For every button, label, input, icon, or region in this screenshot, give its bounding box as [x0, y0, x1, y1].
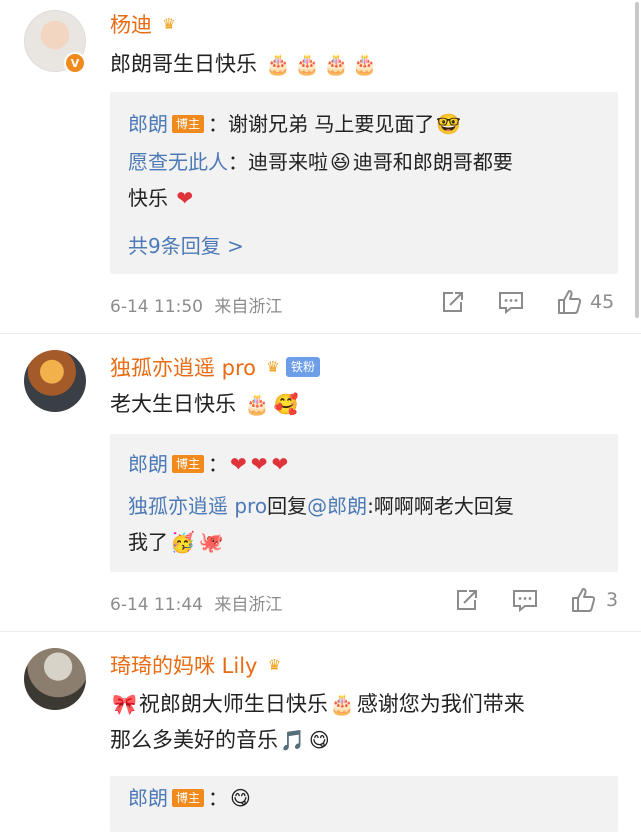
replies-box[interactable]: 郎朗 博主： ❤ ❤ ❤ 独孤亦逍遥 pro回复@郎朗:啊啊啊老大回复 我了 🥳 🐙 [110, 434, 618, 572]
share-button[interactable] [440, 290, 465, 315]
comment-meta: 6-14 11:44 来自浙江 [110, 590, 282, 615]
comment-item: 独孤亦逍遥 pro ♛ 铁粉 老大生日快乐 🎂 🥰 郎朗 博主： ❤ ❤ ❤ 独孤亦逍遥 … [0, 334, 641, 630]
username-link[interactable]: 琦琦的妈咪 Lily [110, 650, 257, 680]
replies-box[interactable]: 郎朗 博主： 😋 [110, 776, 618, 832]
share-icon [457, 590, 477, 610]
like-count: 3 [606, 589, 619, 611]
like-button[interactable]: 45 [556, 288, 614, 316]
reply-author[interactable]: 郎朗 [128, 786, 168, 810]
reply-author[interactable]: 独孤亦逍遥 pro [128, 494, 267, 518]
reply-text: 回复 [267, 494, 308, 518]
replies-box[interactable]: 郎朗 博主 ：谢谢兄弟 马上要见面了 🤓 愿查无此人：迪哥来啦 😆 迪哥和郎朗哥都要 快乐… [110, 92, 618, 274]
username[interactable]: 杨迪 ♛ [110, 9, 180, 39]
heart-icon: ❤ [230, 452, 247, 476]
comment-body: 感谢您为我们带来 [356, 692, 525, 716]
music-note-icon: 🎵 [280, 728, 305, 752]
host-badge: 博主 [172, 115, 205, 133]
comment-body: 老大生日快乐 [110, 392, 236, 416]
comment-meta: 6-14 11:50 来自浙江 [110, 292, 282, 317]
fan-badge: 铁粉 [286, 357, 321, 377]
share-button[interactable] [454, 588, 479, 613]
reply-item: 郎朗 博主： 😋 [128, 780, 608, 816]
tongue-face-icon: 😋 [230, 786, 251, 810]
reply-text: ： [208, 452, 229, 476]
tongue-face-icon: 😋 [308, 728, 330, 752]
octopus-icon: 🐙 [198, 530, 224, 554]
like-count: 45 [590, 291, 615, 313]
comment-button[interactable] [512, 588, 538, 613]
comment-body: 祝郎朗大师生日快乐 [138, 692, 328, 716]
verified-badge-icon: V [64, 52, 86, 74]
comment-body: 郎朗哥生日快乐 [110, 52, 257, 76]
username[interactable]: 独孤亦逍遥 pro ♛ 铁粉 [110, 352, 321, 382]
cake-icon: 🎂 [244, 392, 270, 416]
share-icon [443, 292, 463, 312]
reply-text: ：迪哥来啦 [228, 150, 328, 174]
reply-item: 郎朗 博主 ：谢谢兄弟 马上要见面了 🤓 [128, 106, 608, 142]
comment-text: 老大生日快乐 🎂 🥰 [110, 386, 610, 422]
bow-icon: 🎀 [112, 692, 137, 716]
reply-text: 快乐 [128, 186, 168, 210]
cake-icon: 🎂 [329, 692, 355, 716]
reply-author[interactable]: 郎朗 [128, 112, 168, 136]
reply-author[interactable]: 愿查无此人 [128, 150, 228, 174]
reply-item: 独孤亦逍遥 pro回复@郎朗:啊啊啊老大回复 我了 🥳 🐙 [128, 488, 608, 560]
comment-button[interactable] [498, 290, 524, 315]
comment-text: 郎朗哥生日快乐 🎂 🎂 🎂 🎂 [110, 46, 610, 82]
glasses-face-icon: 🤓 [436, 112, 462, 136]
crown-icon: ♛ [267, 656, 282, 674]
host-badge: 博主 [172, 455, 205, 473]
timestamp: 6-14 11:44 [110, 595, 203, 615]
mention-link[interactable]: @郎朗 [307, 494, 367, 518]
username-link[interactable]: 杨迪 [110, 9, 152, 39]
hearts-face-icon: 🥰 [273, 392, 299, 416]
reply-text: 迪哥和郎朗哥都要 [352, 150, 513, 174]
party-face-icon: 🥳 [170, 530, 195, 554]
crown-icon: ♛ [162, 15, 176, 33]
cake-icon: 🎂 [265, 52, 291, 76]
reply-text: :啊啊啊老大回复 [367, 494, 514, 518]
cake-icon: 🎂 [352, 52, 378, 76]
thumbs-up-icon [572, 588, 596, 612]
host-badge: 博主 [172, 789, 205, 807]
comment-text: 🎀祝郎朗大师生日快乐 🎂感谢您为我们带来 那么多美好的音乐 🎵 😋 [110, 686, 610, 758]
reply-item: 郎朗 博主： ❤ ❤ ❤ [128, 446, 608, 482]
heart-icon: ❤ [271, 452, 289, 476]
timestamp: 6-14 11:50 [110, 297, 203, 317]
comment-icon [513, 590, 537, 613]
location: 来自浙江 [214, 297, 283, 317]
comment-item: 琦琦的妈咪 Lily ♛ 🎀祝郎朗大师生日快乐 🎂感谢您为我们带来 那么多美好的音… [0, 632, 641, 832]
location: 来自浙江 [214, 595, 283, 615]
more-replies-link[interactable]: 共9条回复 > [128, 230, 244, 259]
comment-icon [499, 292, 523, 315]
username[interactable]: 琦琦的妈咪 Lily ♛ [110, 650, 285, 680]
reply-text: 我了 [128, 530, 168, 554]
username-link[interactable]: 独孤亦逍遥 pro [110, 352, 256, 382]
avatar[interactable] [24, 648, 86, 710]
comment-item: V 杨迪 ♛ 郎朗哥生日快乐 🎂 🎂 🎂 🎂 郎朗 博主 ：谢谢兄弟 马上要见面了 🤓 愿查… [0, 0, 641, 332]
party-face-icon: 😆 [330, 150, 351, 174]
avatar[interactable] [24, 350, 86, 412]
reply-author[interactable]: 郎朗 [128, 452, 168, 476]
reply-text: ：谢谢兄弟 马上要见面了 [208, 112, 435, 136]
reply-item: 愿查无此人：迪哥来啦 😆 迪哥和郎朗哥都要 快乐 ❤ [128, 144, 608, 216]
cake-icon: 🎂 [323, 52, 349, 76]
heart-icon: ❤ [176, 186, 194, 210]
comment-body: 那么多美好的音乐 [110, 728, 278, 752]
cake-icon: 🎂 [294, 52, 320, 76]
crown-icon: ♛ [266, 358, 280, 376]
scrollbar[interactable] [635, 2, 639, 318]
heart-icon: ❤ [250, 452, 268, 476]
like-button[interactable]: 3 [570, 586, 618, 614]
thumbs-up-icon [558, 290, 582, 314]
reply-text: ： [208, 786, 229, 810]
